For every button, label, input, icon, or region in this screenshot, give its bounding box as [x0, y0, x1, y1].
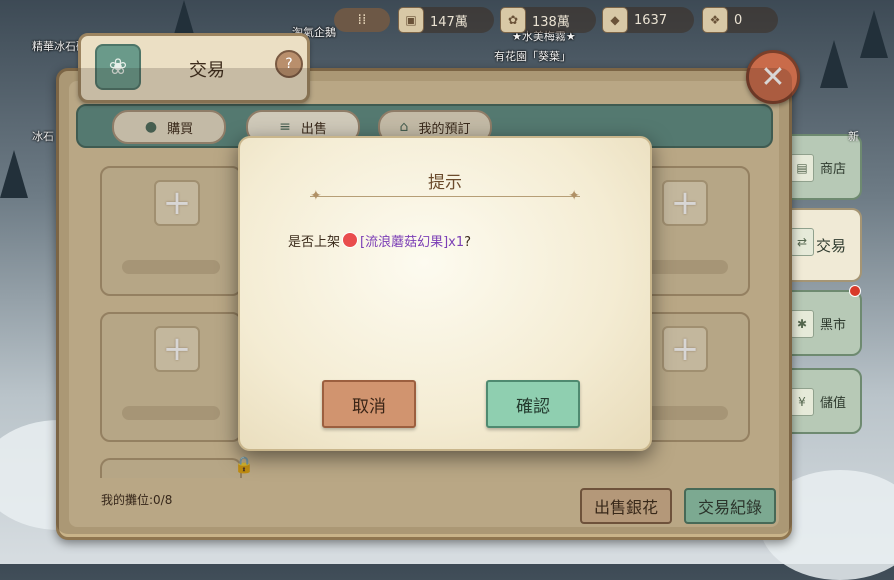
resource-silver[interactable]: ✿ 138萬	[500, 7, 596, 33]
pine-tree	[820, 40, 848, 88]
ornament-icon: ✦	[568, 188, 580, 204]
side-tab-label: 黑市	[819, 317, 846, 333]
dialog-message: 是否上架 [流浪蘑菇幻果]x1?	[288, 231, 471, 250]
message-prefix: 是否上架	[288, 235, 341, 250]
dialog-title: 提示	[428, 173, 462, 193]
resource-value: 138萬	[532, 14, 570, 30]
world-label: 冰石	[32, 130, 54, 143]
yen-icon: ¥	[790, 388, 814, 416]
resource-wood[interactable]: ▣ 147萬	[398, 7, 494, 33]
pine-tree	[0, 150, 28, 198]
dialog-divider	[310, 196, 580, 197]
black-market-icon: ✱	[790, 310, 814, 338]
wood-crate-icon: ▣	[398, 7, 424, 33]
resource-value: 0	[734, 12, 743, 28]
world-label: 有花園「葵葉」	[494, 50, 571, 63]
cancel-button[interactable]: 取消	[322, 380, 416, 428]
confirm-dialog: 提示 ✦ ✦ 是否上架 [流浪蘑菇幻果]x1? 取消 確認	[238, 136, 652, 451]
menu-grid-icon: ⁞⁞	[357, 12, 367, 28]
side-tab-black-market[interactable]: ✱ 黑市	[782, 290, 862, 356]
side-tab-label: 交易	[815, 236, 846, 255]
message-suffix: ?	[464, 235, 472, 250]
silver-flower-icon: ✿	[500, 7, 526, 33]
trade-icon: ⇄	[790, 228, 814, 256]
gem-crate-icon: ◆	[602, 7, 628, 33]
side-tab-trade[interactable]: ⇄ 交易	[782, 208, 862, 282]
menu-grid-button[interactable]: ⁞⁞	[334, 8, 390, 32]
resource-gem[interactable]: ◆ 1637	[602, 7, 694, 33]
ornament-icon: ✦	[310, 188, 322, 204]
gift-crate-icon: ❖	[702, 7, 728, 33]
mushroom-fruit-icon	[342, 232, 359, 248]
item-name: [流浪蘑菇幻果]x1	[360, 235, 465, 250]
new-badge: 新	[848, 130, 859, 143]
side-tab-label: 儲值	[819, 395, 846, 411]
shop-icon: ▤	[790, 154, 814, 182]
notification-dot	[849, 285, 861, 297]
pine-tree	[860, 10, 888, 58]
side-tab-label: 商店	[819, 161, 846, 177]
confirm-button[interactable]: 確認	[486, 380, 580, 428]
resource-value: 1637	[634, 12, 668, 28]
resource-gift[interactable]: ❖ 0	[702, 7, 778, 33]
side-tab-top-up[interactable]: ¥ 儲值	[782, 368, 862, 434]
resource-value: 147萬	[430, 14, 468, 30]
